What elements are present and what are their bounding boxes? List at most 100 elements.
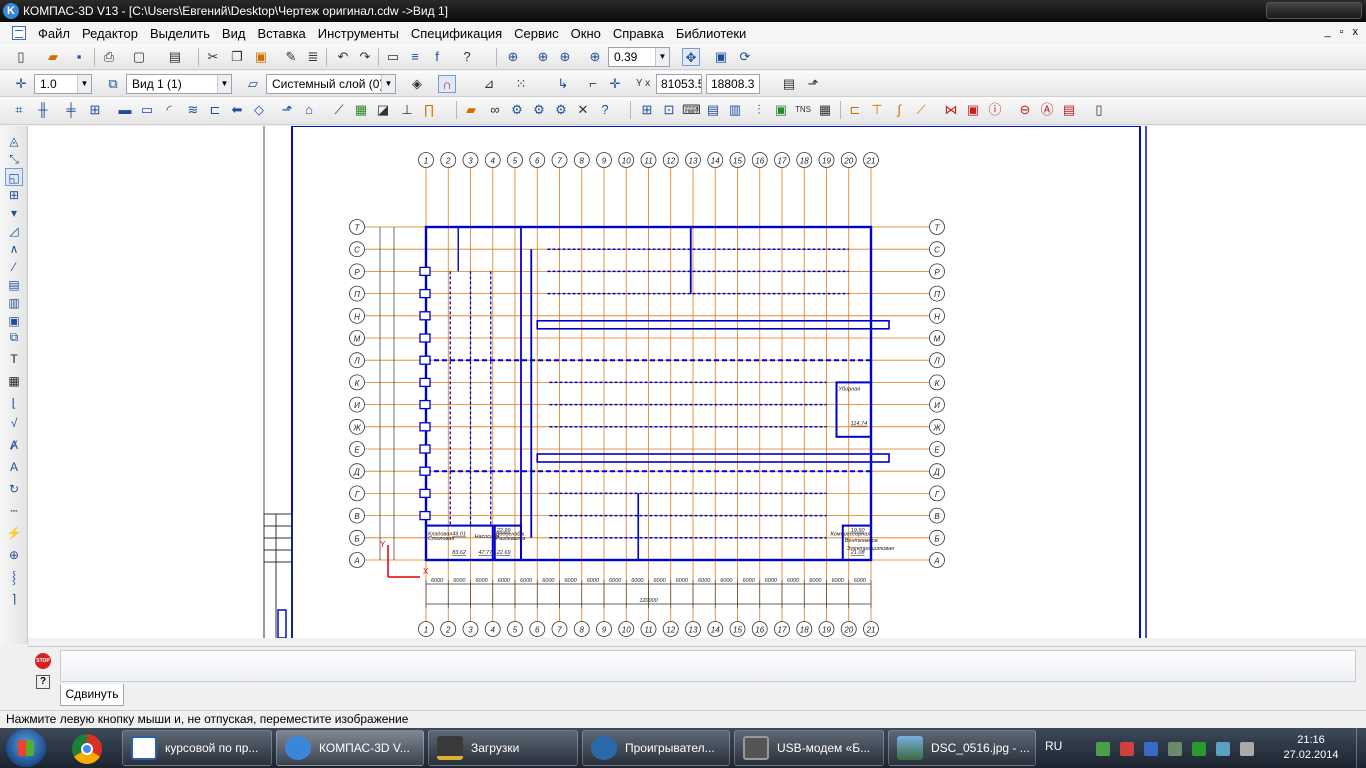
- axis-icon[interactable]: ╫: [34, 101, 52, 119]
- antivirus-icon[interactable]: [1120, 742, 1134, 756]
- section-icon[interactable]: ⬏: [278, 101, 296, 119]
- table2-icon[interactable]: ▦: [816, 101, 834, 119]
- valve-icon[interactable]: ⋈: [942, 101, 960, 119]
- print-icon[interactable]: ⎙: [100, 48, 118, 66]
- menu-edit[interactable]: Редактор: [76, 26, 144, 41]
- copy-icon[interactable]: ❐: [228, 48, 246, 66]
- chevron-down-icon[interactable]: ▼: [381, 75, 395, 93]
- report-icon[interactable]: ▣: [772, 101, 790, 119]
- opening-icon[interactable]: ⊏: [206, 101, 224, 119]
- text-a-left-icon[interactable]: A: [5, 458, 23, 476]
- text-a-icon[interactable]: Ⓐ: [1038, 101, 1056, 119]
- lightning-icon[interactable]: ⚡: [5, 524, 23, 542]
- door-icon[interactable]: ◜: [160, 101, 178, 119]
- table-left-icon[interactable]: ▦: [5, 372, 23, 390]
- cut-icon[interactable]: ✂: [204, 48, 222, 66]
- network-icon[interactable]: [1096, 742, 1110, 756]
- round-icon[interactable]: ✛: [606, 75, 624, 93]
- pipe2-icon[interactable]: ⊤: [868, 101, 886, 119]
- tns-icon[interactable]: TNS: [794, 101, 812, 119]
- redo-icon[interactable]: ↷: [356, 48, 374, 66]
- keyboard-icon[interactable]: ⌨: [682, 101, 701, 119]
- assoc-icon[interactable]: ⁄: [5, 258, 23, 276]
- equip-icon[interactable]: ▤: [704, 101, 722, 119]
- list-r-icon[interactable]: ▤: [1060, 101, 1078, 119]
- monitor-icon[interactable]: [1216, 742, 1230, 756]
- folder-open-icon[interactable]: ▰: [462, 101, 480, 119]
- menu-window[interactable]: Окно: [565, 26, 607, 41]
- page-setup-icon[interactable]: ▤: [166, 48, 184, 66]
- snap-magnet-icon[interactable]: ∩: [438, 75, 456, 93]
- measure-left-icon[interactable]: ◿: [5, 222, 23, 240]
- library3-icon[interactable]: ⚙: [552, 101, 570, 119]
- rhombus-icon[interactable]: ◇: [250, 101, 268, 119]
- ortho-mode-icon[interactable]: ⌐: [584, 75, 602, 93]
- text-icon[interactable]: T: [5, 350, 23, 368]
- context-help-icon[interactable]: ?: [458, 48, 476, 66]
- drawing-svg[interactable]: 1122334455667788991010111112121313141415…: [28, 126, 1366, 638]
- window-control-buttons[interactable]: [1266, 2, 1362, 19]
- view-state-icon[interactable]: ⧉: [104, 75, 122, 93]
- chevron-down-icon[interactable]: ▼: [217, 75, 231, 93]
- document-icon[interactable]: [12, 26, 26, 40]
- pipe3-icon[interactable]: ∫: [890, 101, 908, 119]
- roughness-icon[interactable]: √: [5, 414, 23, 432]
- param-icon[interactable]: ▾: [5, 204, 23, 222]
- taskbar-item-word[interactable]: курсовой по пр...: [122, 730, 272, 766]
- coord-x-field[interactable]: 81053.5: [656, 74, 702, 94]
- spec-icon[interactable]: ▥: [726, 101, 744, 119]
- room-icon[interactable]: ⌂: [300, 101, 318, 119]
- save-icon[interactable]: ▪: [70, 48, 88, 66]
- pipe1-icon[interactable]: ⊏: [846, 101, 864, 119]
- help-icon[interactable]: ?: [36, 675, 50, 689]
- page-icon[interactable]: ▯: [1090, 101, 1108, 119]
- nvidia-icon[interactable]: [1192, 742, 1206, 756]
- zoom-in-icon[interactable]: ⊕: [556, 48, 574, 66]
- center-mark-icon[interactable]: ⊕: [5, 546, 23, 564]
- layer-combobox[interactable]: Системный слой (0) ▼: [266, 74, 396, 94]
- base-icon[interactable]: Ⱥ: [5, 436, 23, 454]
- library2-icon[interactable]: ⚙: [530, 101, 548, 119]
- wave-line-icon[interactable]: ⸾: [5, 568, 23, 586]
- pan-icon[interactable]: ✥: [682, 48, 700, 66]
- zoom-combobox[interactable]: 0.39 ▼: [608, 47, 670, 67]
- pointer-icon[interactable]: ⬏: [804, 75, 822, 93]
- chevron-down-icon[interactable]: ▼: [77, 75, 91, 93]
- zoom-scale-icon[interactable]: ⊕: [586, 48, 604, 66]
- chrome-icon[interactable]: [72, 734, 102, 764]
- info-icon[interactable]: ⓘ: [986, 101, 1004, 119]
- step-cursor-icon[interactable]: ✛: [12, 75, 30, 93]
- taskbar-item-modem[interactable]: USB-модем «Б...: [734, 730, 884, 766]
- spec-left-icon[interactable]: ▤: [5, 276, 23, 294]
- menu-service[interactable]: Сервис: [508, 26, 565, 41]
- menu-libraries[interactable]: Библиотеки: [670, 26, 752, 41]
- library-icon[interactable]: ⚙: [508, 101, 526, 119]
- start-button[interactable]: [6, 729, 46, 767]
- layers-icon[interactable]: ▱: [244, 75, 262, 93]
- open-folder-icon[interactable]: ▰: [44, 48, 62, 66]
- chevron-down-icon[interactable]: ▼: [655, 48, 669, 66]
- print-preview-icon[interactable]: ▢: [130, 48, 148, 66]
- size-icon[interactable]: ⤡: [5, 150, 23, 168]
- undo-icon[interactable]: ↶: [334, 48, 352, 66]
- hatch-icon[interactable]: ⟋: [330, 101, 348, 119]
- bracket-icon[interactable]: ⌉: [5, 590, 23, 608]
- paste-icon[interactable]: ▣: [252, 48, 270, 66]
- coord-y-field[interactable]: 18808.3: [706, 74, 760, 94]
- document-tree-icon[interactable]: ▤: [780, 75, 798, 93]
- zoom-window-icon[interactable]: ⊕: [534, 48, 552, 66]
- drawing-canvas[interactable]: 1 1 2 2 3 3 4 4 5 5 6 6 7 7 8 8 9 9 10 10 11 11 12 12 13 13 14 14 15…: [28, 126, 1366, 638]
- volume-icon[interactable]: [1240, 742, 1254, 756]
- library-manager-icon[interactable]: ▭: [384, 48, 402, 66]
- axis-grid-icon[interactable]: ⌗: [10, 101, 28, 119]
- parameters-icon[interactable]: ◈: [408, 75, 426, 93]
- wall-icon[interactable]: ▬: [116, 101, 134, 119]
- column-icon[interactable]: ⊞: [86, 101, 104, 119]
- new-document-icon[interactable]: ▯: [12, 48, 30, 66]
- pillar-icon[interactable]: ⊥: [398, 101, 416, 119]
- list-icon[interactable]: ≣: [304, 48, 322, 66]
- properties-brush-icon[interactable]: ✎: [282, 48, 300, 66]
- menu-specification[interactable]: Спецификация: [405, 26, 508, 41]
- variables-icon[interactable]: ≡: [406, 48, 424, 66]
- pipe4-icon[interactable]: ⟋: [912, 101, 930, 119]
